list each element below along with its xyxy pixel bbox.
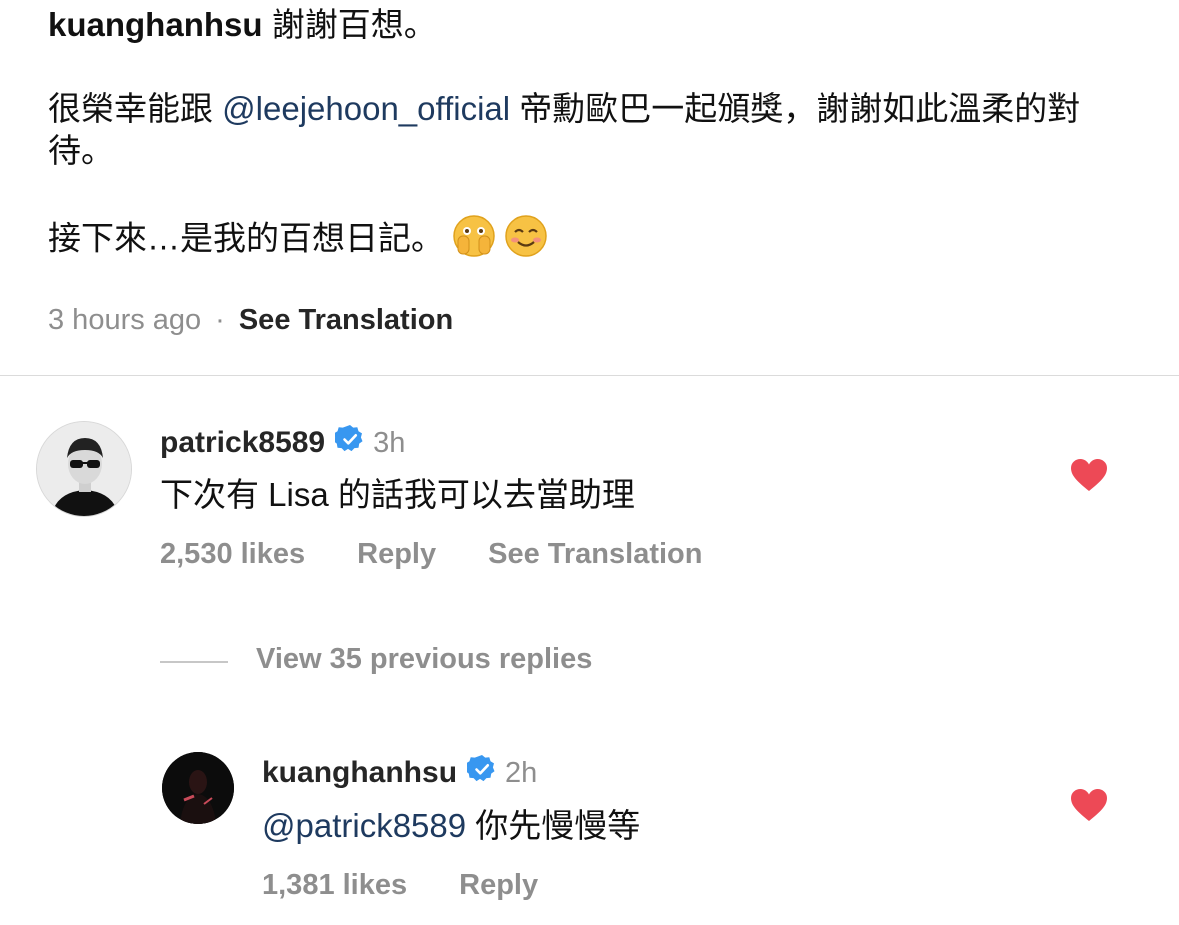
comment-header: patrick8589 3h — [160, 424, 405, 462]
post-see-translation-button[interactable]: See Translation — [239, 304, 453, 336]
post-meta: 3 hours ago · See Translation — [48, 302, 453, 338]
person-avatar-icon — [162, 752, 234, 824]
face-hand-over-mouth-icon — [452, 214, 496, 268]
reply-actions: 1,381 likes Reply — [262, 869, 590, 902]
avatar[interactable] — [162, 752, 234, 824]
reply-mention-link[interactable]: @patrick8589 — [262, 807, 466, 844]
divider — [0, 375, 1179, 376]
caption-line-3: 接下來…是我的百想日記。 — [48, 219, 444, 257]
like-heart-icon[interactable] — [1070, 788, 1108, 827]
reply-username[interactable]: kuanghanhsu — [262, 756, 457, 790]
smiling-face-icon — [504, 214, 548, 268]
comment-time: 3h — [373, 426, 406, 459]
reply-text: @patrick8589 你先慢慢等 — [262, 806, 640, 846]
comment-username[interactable]: patrick8589 — [160, 426, 325, 460]
comment-actions: 2,530 likes Reply See Translation — [160, 538, 754, 571]
caption-mention-link[interactable]: @leejehoon_official — [222, 90, 510, 127]
comment-see-translation-button[interactable]: See Translation — [488, 538, 702, 571]
post-time: 3 hours ago — [48, 304, 202, 336]
comment-text: 下次有 Lisa 的話我可以去當助理 — [160, 476, 635, 513]
caption-line-1: 謝謝百想。 — [262, 6, 437, 43]
reply-body: 你先慢慢等 — [466, 807, 641, 844]
comment-likes[interactable]: 2,530 likes — [160, 538, 305, 571]
reply-time: 2h — [505, 756, 538, 789]
avatar[interactable] — [36, 421, 132, 517]
verified-badge-icon — [333, 424, 365, 462]
meta-separator: · — [215, 304, 225, 336]
verified-badge-icon — [465, 754, 497, 792]
reply-header: kuanghanhsu 2h — [262, 754, 537, 792]
view-previous-replies-button[interactable]: View 35 previous replies — [256, 643, 592, 676]
comment-reply-button[interactable]: Reply — [357, 538, 436, 571]
post-caption: kuanghanhsu 謝謝百想。 很榮幸能跟 @leejehoon_offic… — [48, 4, 1128, 268]
caption-text-before-mention: 很榮幸能跟 — [48, 90, 223, 127]
person-avatar-icon — [37, 422, 131, 516]
reply-likes[interactable]: 1,381 likes — [262, 869, 407, 902]
like-heart-icon[interactable] — [1070, 458, 1108, 497]
replies-line — [160, 661, 228, 663]
reply-reply-button[interactable]: Reply — [459, 869, 538, 902]
post-username[interactable]: kuanghanhsu — [48, 6, 263, 43]
